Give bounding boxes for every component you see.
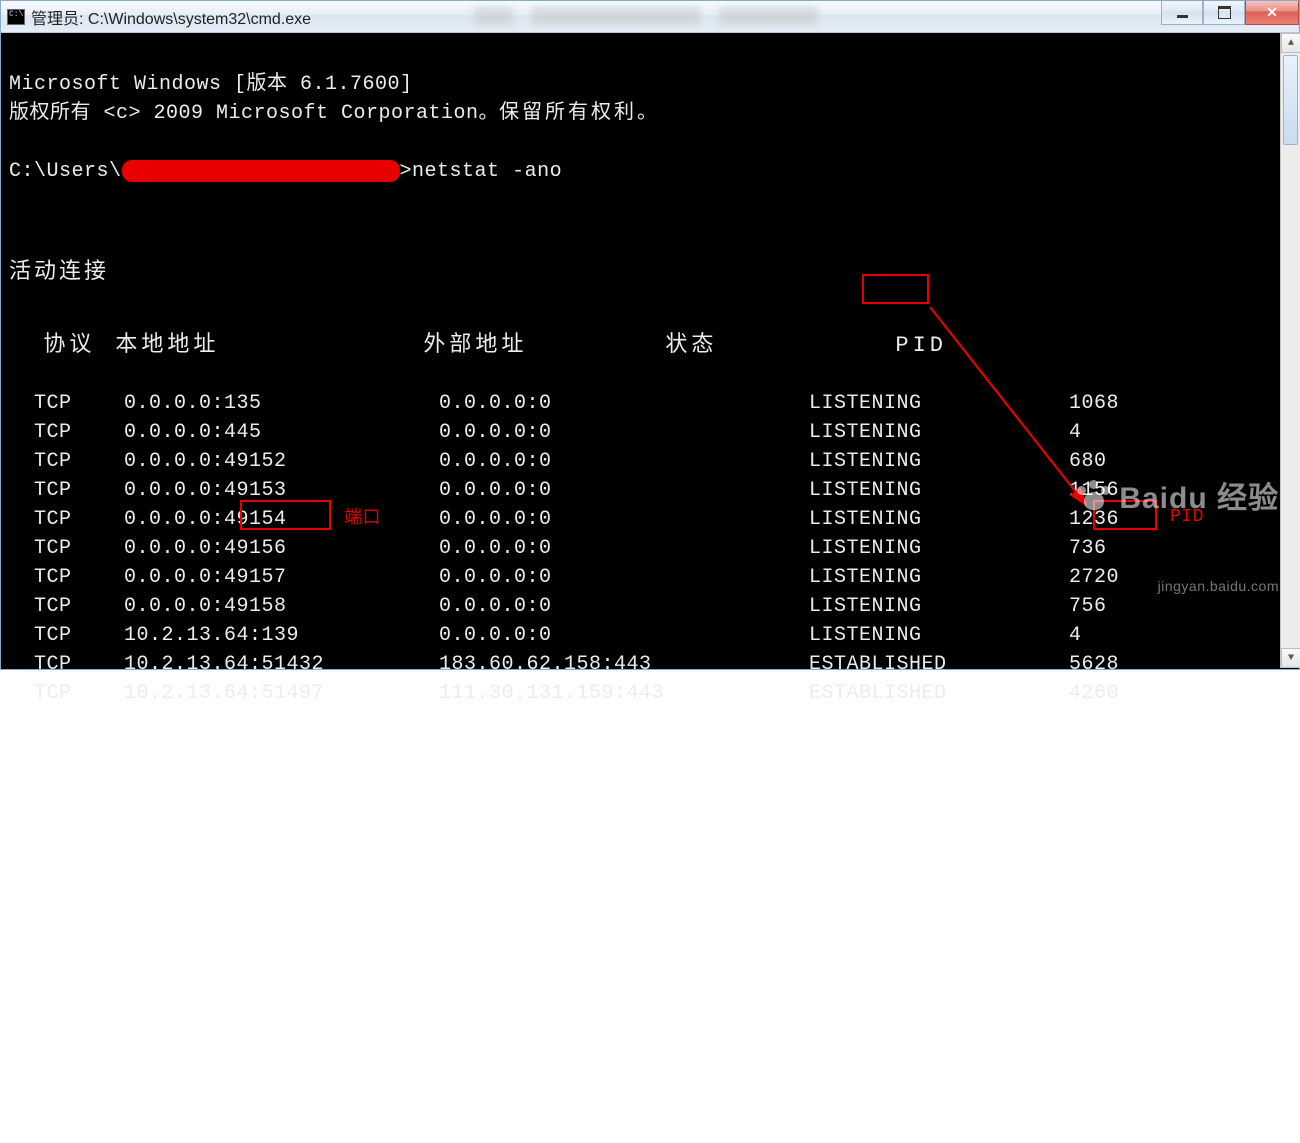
section-title: 活动连接 <box>9 260 109 285</box>
minimize-button[interactable] <box>1161 1 1203 25</box>
cmd-window: 管理员: C:\Windows\system32\cmd.exe Microso… <box>0 0 1300 670</box>
cell-foreign: 0.0.0.0:0 <box>439 505 809 534</box>
cell-proto: TCP <box>34 534 124 563</box>
table-row: TCP10.2.13.64:51497111.30.131.159:443EST… <box>9 679 1291 708</box>
cell-state: LISTENING <box>809 534 1069 563</box>
cell-pid: 4 <box>1069 621 1082 650</box>
table-rows: TCP0.0.0.0:1350.0.0.0:0LISTENING1068 TCP… <box>9 389 1291 708</box>
maximize-button[interactable] <box>1203 1 1245 25</box>
cell-proto: TCP <box>34 592 124 621</box>
cell-local: 0.0.0.0:445 <box>124 418 439 447</box>
cell-pid: 1068 <box>1069 389 1119 418</box>
table-row: TCP0.0.0.0:491530.0.0.0:0LISTENING1156 <box>9 476 1291 505</box>
table-row: TCP0.0.0.0:1350.0.0.0:0LISTENING1068 <box>9 389 1291 418</box>
cell-local: 0.0.0.0:135 <box>124 389 439 418</box>
title-bar[interactable]: 管理员: C:\Windows\system32\cmd.exe <box>1 1 1299 33</box>
cell-proto: TCP <box>34 389 124 418</box>
cell-proto: TCP <box>34 418 124 447</box>
cell-local: 0.0.0.0:49156 <box>124 534 439 563</box>
cell-state: LISTENING <box>809 505 1069 534</box>
cell-pid: 4 <box>1069 418 1082 447</box>
cell-pid: 4260 <box>1069 679 1119 708</box>
cell-foreign: 0.0.0.0:0 <box>439 476 809 505</box>
cell-proto: TCP <box>34 679 124 708</box>
banner-line2a: 版权所有 <c> 2009 Microsoft Corporation。 <box>9 102 499 125</box>
cell-local: 0.0.0.0:49152 <box>124 447 439 476</box>
window-controls <box>1161 1 1299 25</box>
vertical-scrollbar[interactable]: ▲ ▼ <box>1280 33 1300 668</box>
cell-state: LISTENING <box>809 447 1069 476</box>
cell-local: 0.0.0.0:49154 <box>124 505 439 534</box>
cell-pid: 680 <box>1069 447 1107 476</box>
cell-local: 0.0.0.0:49158 <box>124 592 439 621</box>
redacted-username <box>122 160 400 182</box>
cell-proto: TCP <box>34 650 124 679</box>
table-row: TCP10.2.13.64:1390.0.0.0:0LISTENING4 <box>9 621 1291 650</box>
cell-foreign: 0.0.0.0:0 <box>439 447 809 476</box>
cell-pid: 2720 <box>1069 563 1119 592</box>
header-state: 状态 <box>665 331 895 360</box>
scroll-track[interactable] <box>1281 53 1300 648</box>
cell-proto: TCP <box>34 621 124 650</box>
blurred-text <box>473 5 819 27</box>
close-button[interactable] <box>1245 1 1299 25</box>
cell-pid: 736 <box>1069 534 1107 563</box>
cell-foreign: 0.0.0.0:0 <box>439 389 809 418</box>
cell-pid: 5628 <box>1069 650 1119 679</box>
cell-foreign: 183.60.62.158:443 <box>439 650 809 679</box>
table-row: TCP0.0.0.0:491520.0.0.0:0LISTENING680 <box>9 447 1291 476</box>
cell-local: 10.2.13.64:139 <box>124 621 439 650</box>
header-foreign: 外部地址 <box>423 331 665 360</box>
cell-state: LISTENING <box>809 563 1069 592</box>
banner-line2b: 保留所有权利。 <box>499 102 660 125</box>
cell-proto: TCP <box>34 476 124 505</box>
table-row: TCP0.0.0.0:491540.0.0.0:0LISTENING1236 <box>9 505 1291 534</box>
table-row: TCP0.0.0.0:491560.0.0.0:0LISTENING736 <box>9 534 1291 563</box>
cell-state: LISTENING <box>809 592 1069 621</box>
cell-local: 10.2.13.64:51432 <box>124 650 439 679</box>
cell-pid: 1156 <box>1069 476 1119 505</box>
terminal-body[interactable]: Microsoft Windows [版本 6.1.7600] 版权所有 <c>… <box>1 33 1299 669</box>
cell-state: LISTENING <box>809 476 1069 505</box>
cell-state: LISTENING <box>809 389 1069 418</box>
scroll-down-button[interactable]: ▼ <box>1281 648 1300 668</box>
banner-line1: Microsoft Windows [版本 6.1.7600] <box>9 73 413 96</box>
cell-local: 0.0.0.0:49153 <box>124 476 439 505</box>
cell-proto: TCP <box>34 563 124 592</box>
cell-foreign: 0.0.0.0:0 <box>439 418 809 447</box>
cell-state: ESTABLISHED <box>809 679 1069 708</box>
header-pid: PID <box>895 331 947 360</box>
cell-foreign: 0.0.0.0:0 <box>439 534 809 563</box>
table-row: TCP0.0.0.0:491570.0.0.0:0LISTENING2720 <box>9 563 1291 592</box>
cmd-icon <box>7 9 25 25</box>
scroll-thumb[interactable] <box>1283 55 1298 145</box>
cell-pid: 756 <box>1069 592 1107 621</box>
cell-state: LISTENING <box>809 621 1069 650</box>
cell-pid: 1236 <box>1069 505 1119 534</box>
table-header: 协议本地地址外部地址状态PID <box>9 331 1291 360</box>
table-row: TCP0.0.0.0:491580.0.0.0:0LISTENING756 <box>9 592 1291 621</box>
cell-proto: TCP <box>34 505 124 534</box>
header-proto: 协议 <box>43 331 115 360</box>
cell-state: ESTABLISHED <box>809 650 1069 679</box>
prompt-prefix: C:\Users\ <box>9 160 122 183</box>
cell-state: LISTENING <box>809 418 1069 447</box>
cell-foreign: 0.0.0.0:0 <box>439 563 809 592</box>
scroll-up-button[interactable]: ▲ <box>1281 33 1300 53</box>
command-text: netstat -ano <box>412 160 562 183</box>
table-row: TCP0.0.0.0:4450.0.0.0:0LISTENING4 <box>9 418 1291 447</box>
table-row: TCP10.2.13.64:51432183.60.62.158:443ESTA… <box>9 650 1291 679</box>
cell-foreign: 0.0.0.0:0 <box>439 621 809 650</box>
cell-proto: TCP <box>34 447 124 476</box>
cell-foreign: 111.30.131.159:443 <box>439 679 809 708</box>
cell-foreign: 0.0.0.0:0 <box>439 592 809 621</box>
cell-local: 10.2.13.64:51497 <box>124 679 439 708</box>
window-title: 管理员: C:\Windows\system32\cmd.exe <box>31 5 311 29</box>
header-local: 本地地址 <box>115 331 423 360</box>
cell-local: 0.0.0.0:49157 <box>124 563 439 592</box>
